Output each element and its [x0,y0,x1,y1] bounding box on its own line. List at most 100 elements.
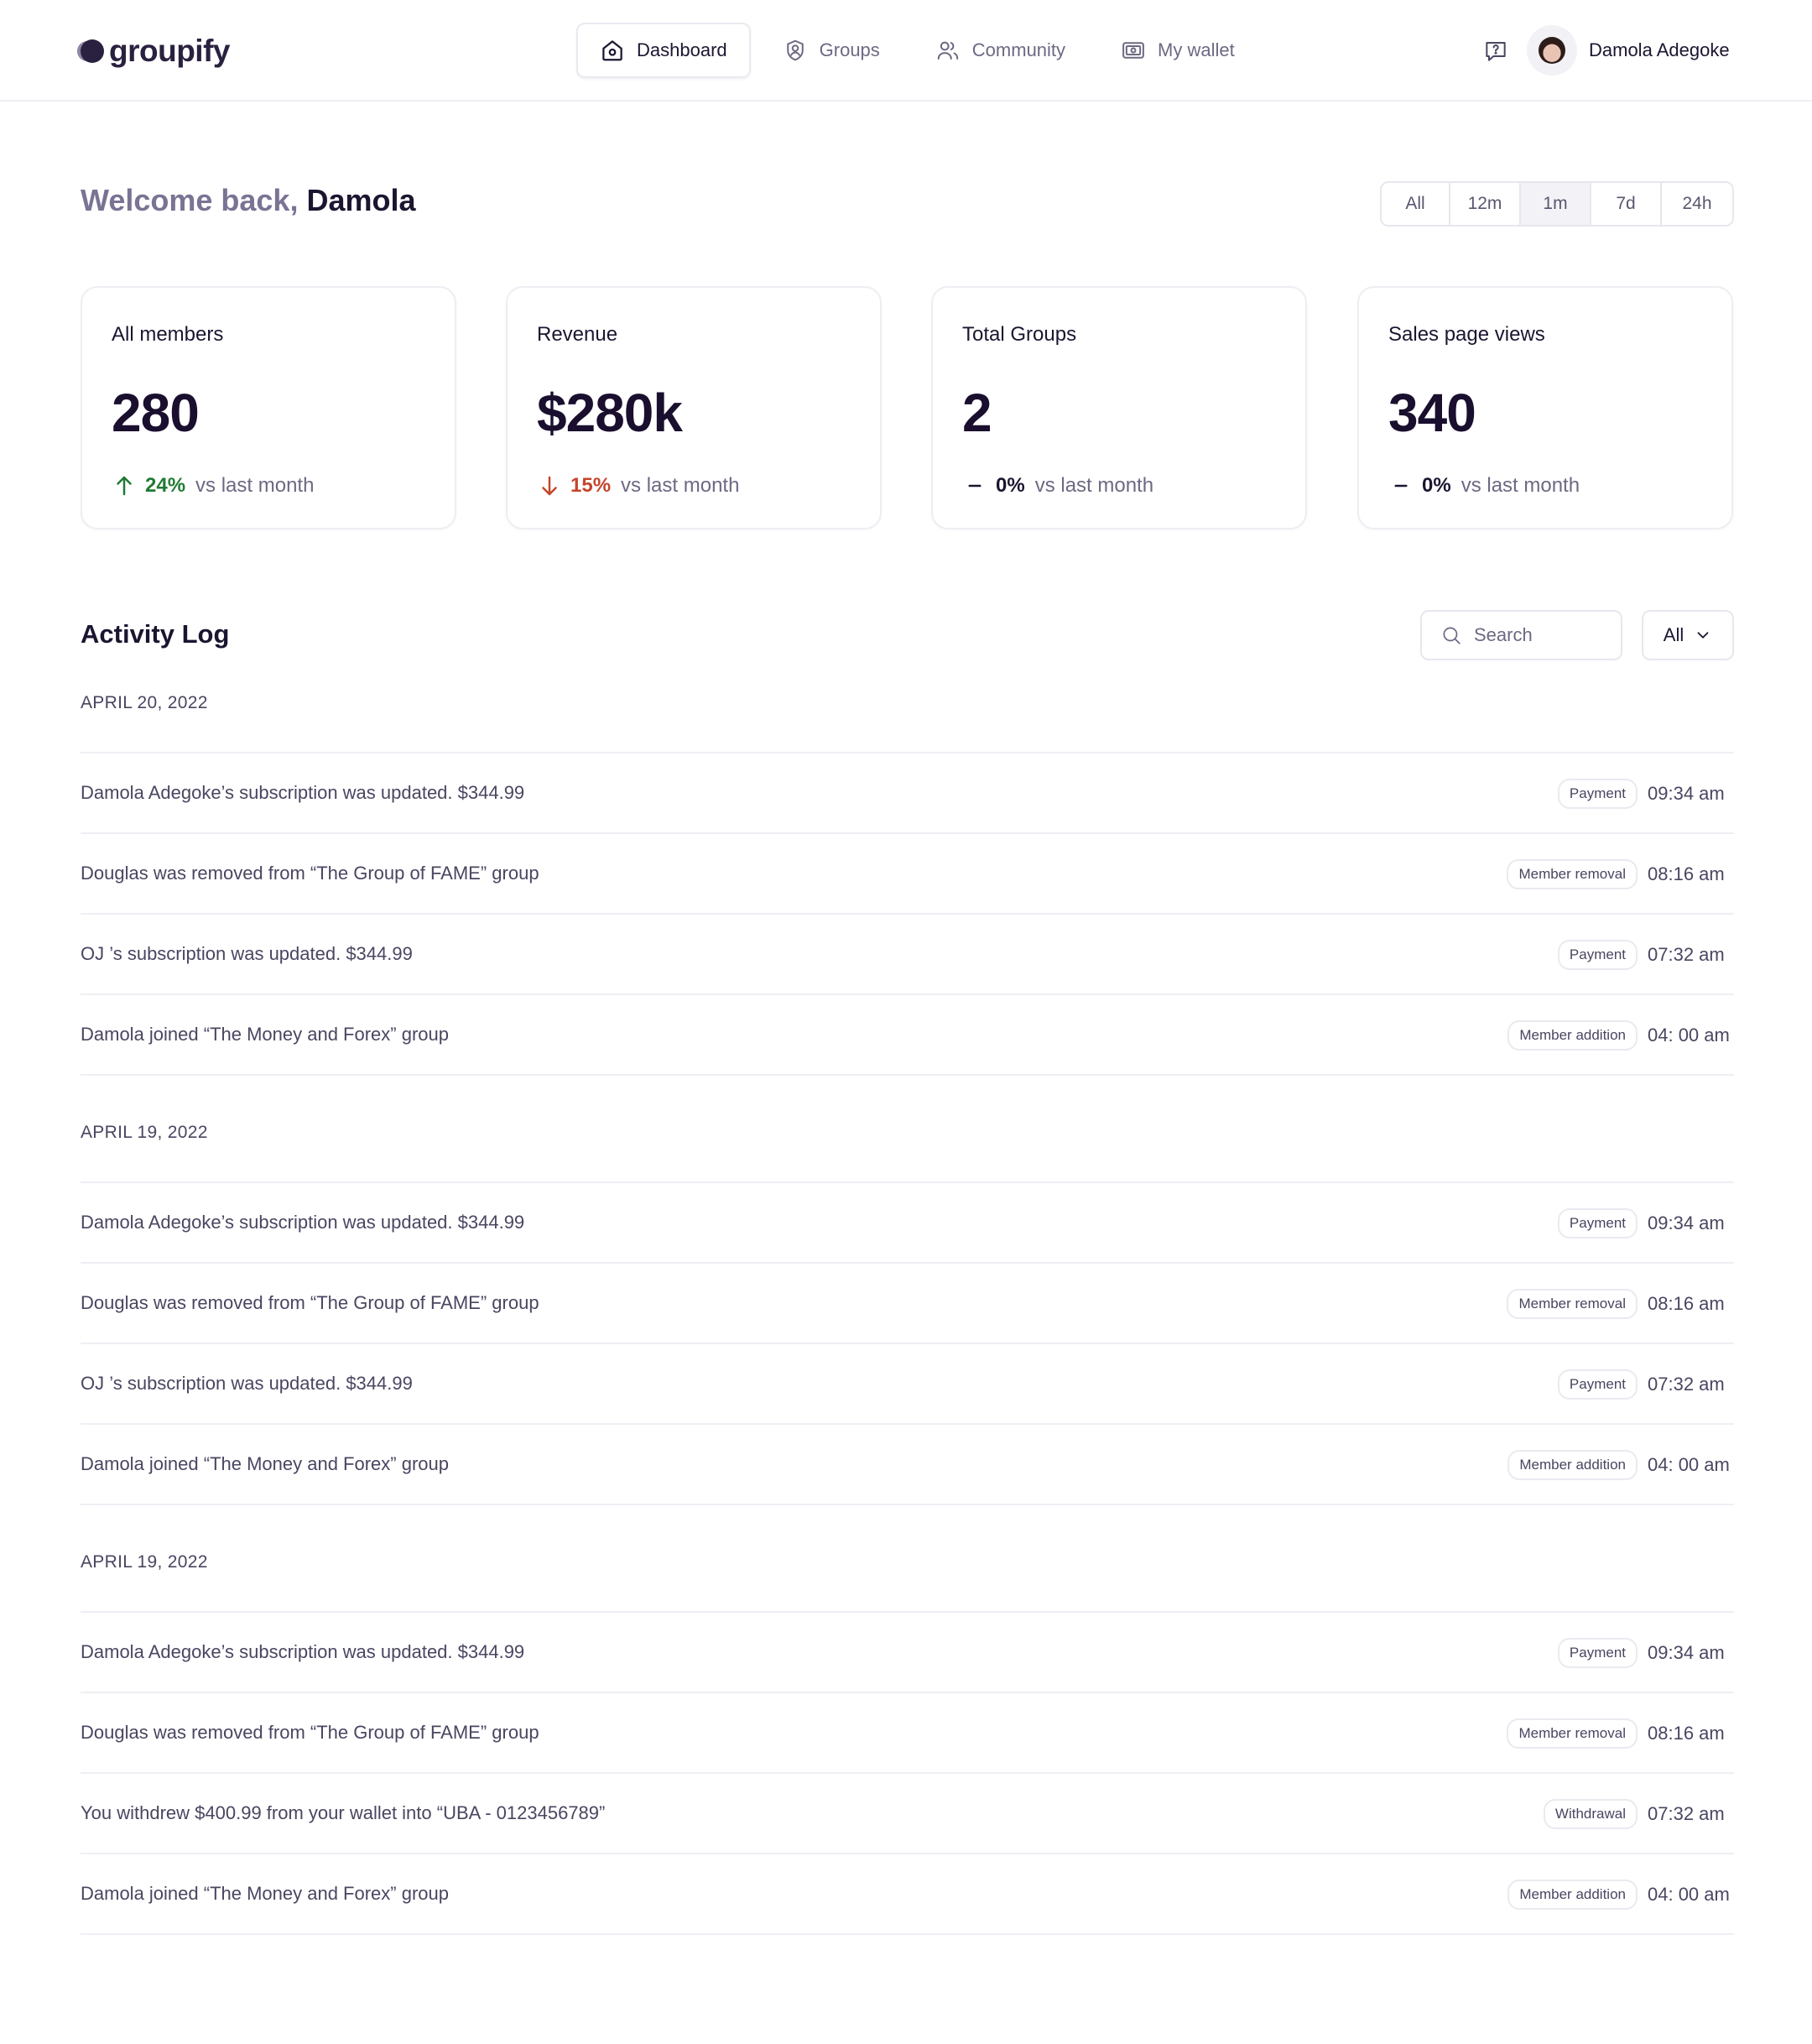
activity-row[interactable]: Douglas was removed from “The Group of F… [81,1264,1734,1344]
nav-item-groups[interactable]: Groups [759,23,903,78]
stat-trend: 0% vs last month [1388,472,1580,500]
arrow-up-icon [112,473,137,498]
range-option-24h[interactable]: 24h [1662,183,1732,225]
stat-value: 280 [112,383,200,443]
range-option-1m[interactable]: 1m [1521,183,1591,225]
stat-comparison: vs last month [195,474,315,497]
help-message-button[interactable] [1481,37,1510,65]
stat-label: Sales page views [1388,323,1545,346]
stat-trend: 0% vs last month [962,472,1153,500]
activity-time: 07:32 am [1648,1374,1725,1395]
activity-row[interactable]: Damola joined “The Money and Forex” grou… [81,1854,1734,1935]
activity-tag: Payment [1557,1638,1638,1668]
range-option-all[interactable]: All [1382,183,1450,225]
activity-log-title: Activity Log [81,619,230,649]
stat-percent: 0% [1422,474,1451,497]
nav-label: My wallet [1158,39,1235,60]
activity-tag: Payment [1557,1369,1638,1400]
time-range-selector: All 12m 1m 7d 24h [1380,181,1734,227]
activity-tag: Withdrawal [1543,1799,1638,1829]
filter-value: All [1663,624,1684,645]
activity-tag: Member addition [1507,1450,1638,1480]
stat-card-revenue: Revenue $280k 15% vs last month [506,286,882,529]
help-message-icon [1486,42,1506,61]
activity-time: 07:32 am [1648,944,1725,965]
activity-time: 08:16 am [1648,1293,1725,1314]
activity-text: OJ ’s subscription was updated. $344.99 [81,943,413,964]
stat-trend: 15% vs last month [537,472,739,500]
stat-label: All members [112,323,224,346]
user-name: Damola Adegoke [1589,39,1730,60]
nav-item-my-wallet[interactable]: My wallet [1097,23,1258,78]
activity-date: APRIL 19, 2022 [81,1123,208,1142]
users-icon [935,38,961,63]
activity-time: 08:16 am [1648,1723,1725,1744]
activity-text: Damola joined “The Money and Forex” grou… [81,1883,450,1904]
activity-time: 09:34 am [1648,783,1725,804]
activity-date: APRIL 20, 2022 [81,693,208,712]
activity-text: Damola Adegoke’s subscription was update… [81,782,525,803]
home-icon [600,38,625,63]
activity-row[interactable]: OJ ’s subscription was updated. $344.99 … [81,915,1734,995]
stat-label: Total Groups [962,323,1077,346]
activity-tag: Member removal [1507,859,1638,889]
nav-item-community[interactable]: Community [912,23,1089,78]
nav-label: Dashboard [637,39,727,60]
activity-row[interactable]: OJ ’s subscription was updated. $344.99 … [81,1344,1734,1425]
brand-name: groupify [109,34,230,68]
welcome-user-name: Damola [306,183,416,217]
activity-time: 04: 00 am [1648,1884,1730,1905]
wallet-icon [1121,38,1146,63]
activity-day-group: APRIL 19, 2022 Damola Adegoke’s subscrip… [81,1546,1734,1935]
user-circle-icon [783,38,808,63]
activity-row[interactable]: Damola Adegoke’s subscription was update… [81,1613,1734,1693]
stat-value: $280k [537,383,683,443]
stat-label: Revenue [537,323,618,346]
welcome-prefix: Welcome back, [81,183,307,217]
activity-text: Douglas was removed from “The Group of F… [81,1722,539,1743]
activity-filter-dropdown[interactable]: All [1642,610,1734,660]
activity-date: APRIL 19, 2022 [81,1552,208,1572]
brand-logo[interactable]: groupify [81,29,230,74]
user-menu[interactable]: Damola Adegoke [1527,25,1730,76]
stat-percent: 0% [996,474,1025,497]
stat-value: 2 [962,383,992,443]
activity-tag: Member removal [1507,1289,1638,1319]
activity-text: You withdrew $400.99 from your wallet in… [81,1802,606,1823]
activity-time: 09:34 am [1648,1212,1725,1233]
logo-mark-icon [81,39,104,63]
dash-icon [1388,473,1414,498]
activity-row[interactable]: Damola joined “The Money and Forex” grou… [81,995,1734,1076]
activity-search[interactable] [1420,610,1622,660]
stat-value: 340 [1388,383,1476,443]
nav-item-dashboard[interactable]: Dashboard [576,23,751,78]
activity-row[interactable]: Douglas was removed from “The Group of F… [81,834,1734,915]
activity-row[interactable]: Damola joined “The Money and Forex” grou… [81,1425,1734,1505]
activity-row[interactable]: You withdrew $400.99 from your wallet in… [81,1774,1734,1854]
search-input[interactable] [1474,624,1600,646]
stat-percent: 15% [570,474,612,497]
activity-tag: Payment [1557,940,1638,970]
welcome-heading: Welcome back, Damola [81,183,416,218]
range-option-7d[interactable]: 7d [1591,183,1662,225]
dash-icon [962,473,987,498]
activity-text: Damola Adegoke’s subscription was update… [81,1641,525,1662]
main-nav: Dashboard Groups Community My wallet [576,23,1267,78]
activity-text: Douglas was removed from “The Group of F… [81,863,539,884]
stat-comparison: vs last month [621,474,740,497]
activity-text: Damola joined “The Money and Forex” grou… [81,1024,450,1045]
activity-tag: Payment [1557,779,1638,809]
activity-text: Douglas was removed from “The Group of F… [81,1292,539,1313]
activity-row[interactable]: Damola Adegoke’s subscription was update… [81,1183,1734,1264]
top-navigation-bar: groupify Dashboard Groups Community My w… [0,0,1812,102]
activity-row[interactable]: Damola Adegoke’s subscription was update… [81,753,1734,834]
activity-day-group: APRIL 19, 2022 Damola Adegoke’s subscrip… [81,1116,1734,1505]
nav-label: Community [971,39,1066,60]
avatar [1527,25,1577,76]
activity-day-group: APRIL 20, 2022 Damola Adegoke’s subscrip… [81,686,1734,1076]
activity-row[interactable]: Douglas was removed from “The Group of F… [81,1693,1734,1774]
stat-trend: 24% vs last month [112,472,314,500]
stat-comparison: vs last month [1461,474,1580,497]
range-option-12m[interactable]: 12m [1450,183,1521,225]
stat-percent: 24% [145,474,186,497]
